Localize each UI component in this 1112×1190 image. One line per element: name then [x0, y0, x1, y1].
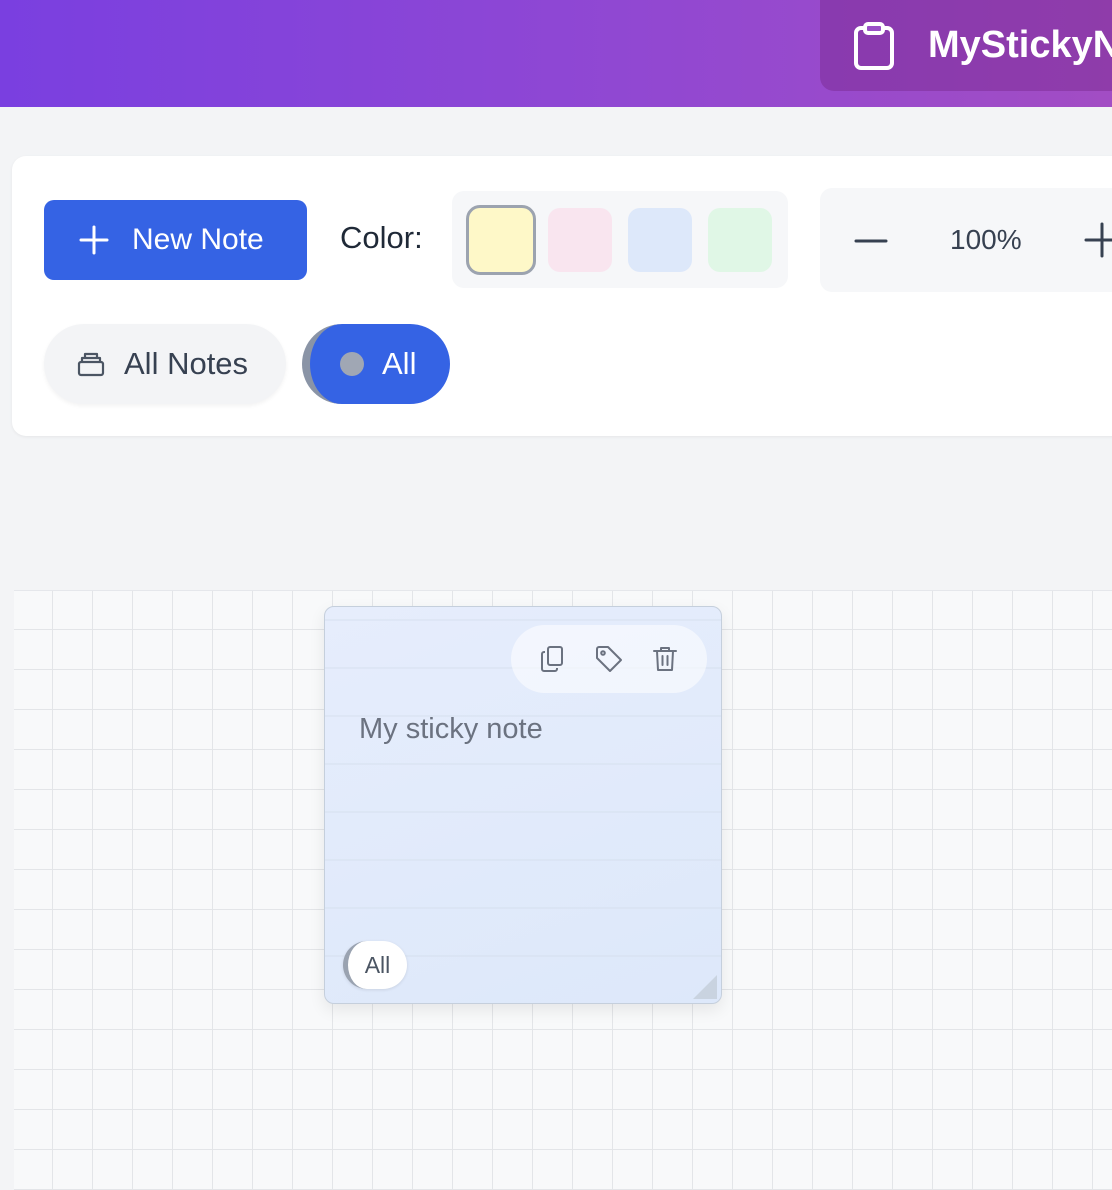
- copy-icon[interactable]: [538, 644, 568, 674]
- filter-tag-all[interactable]: All: [302, 324, 450, 404]
- sticky-note[interactable]: My sticky note All: [324, 606, 722, 1004]
- app-header: MyStickyNotes: [0, 0, 1112, 107]
- resize-handle-icon[interactable]: [693, 975, 717, 999]
- tag-icon[interactable]: [594, 644, 624, 674]
- color-label: Color:: [340, 220, 423, 255]
- brand: MyStickyNotes: [820, 0, 1112, 91]
- note-text[interactable]: My sticky note: [359, 713, 543, 746]
- note-tag-badge[interactable]: All: [343, 941, 407, 989]
- note-actions: [511, 625, 707, 693]
- zoom-in-button[interactable]: [1084, 222, 1112, 258]
- trash-icon[interactable]: [650, 644, 680, 674]
- filter-tag-all-label: All: [382, 346, 417, 381]
- filter-all-notes-label: All Notes: [124, 346, 249, 381]
- color-swatch-pink[interactable]: [548, 208, 612, 272]
- toolbar: New Note Color: 100% All Notes All: [12, 156, 1112, 436]
- zoom-controls: 100%: [820, 188, 1112, 292]
- color-swatch-blue[interactable]: [628, 208, 692, 272]
- app-title: MyStickyNotes: [928, 24, 1112, 66]
- color-swatch-yellow[interactable]: [466, 205, 536, 275]
- archive-box-icon: [76, 349, 106, 379]
- filter-all-notes[interactable]: All Notes: [44, 324, 286, 404]
- clipboard-icon: [852, 21, 896, 70]
- plus-icon: [78, 224, 110, 256]
- new-note-button[interactable]: New Note: [44, 200, 307, 280]
- color-swatch-green[interactable]: [708, 208, 772, 272]
- new-note-label: New Note: [132, 223, 264, 256]
- tag-color-dot: [340, 352, 364, 376]
- zoom-out-button[interactable]: [854, 224, 888, 258]
- color-picker: [452, 191, 788, 288]
- zoom-level: 100%: [950, 224, 1022, 255]
